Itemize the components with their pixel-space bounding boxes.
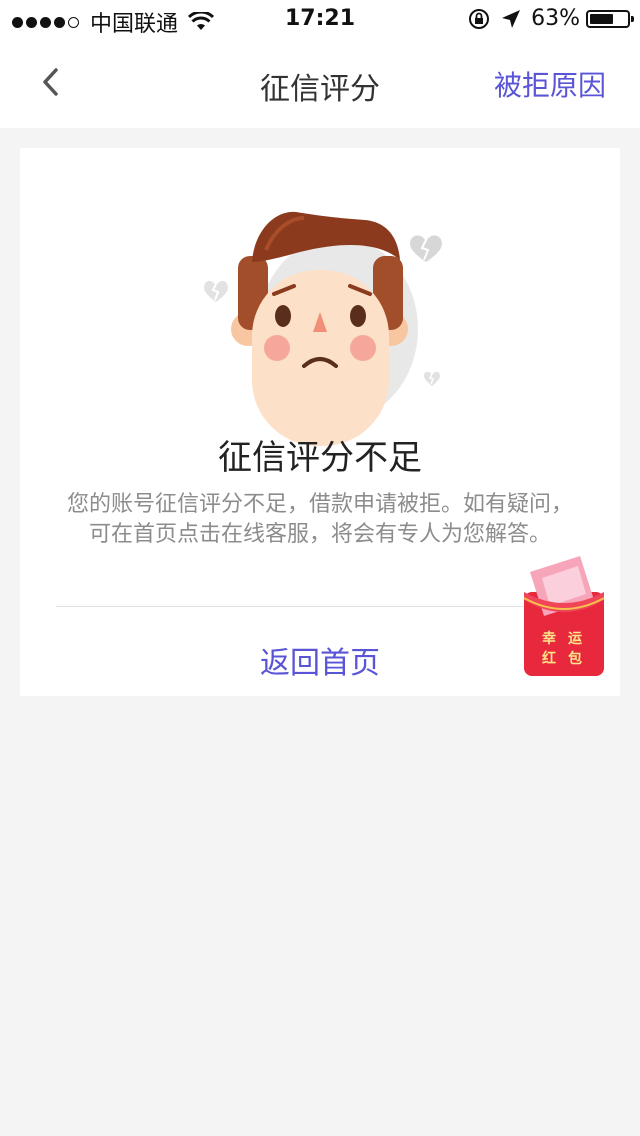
battery-icon — [586, 9, 634, 28]
red-packet-char: 包 — [568, 651, 582, 667]
broken-heart-icon — [204, 280, 228, 302]
red-packet-char: 运 — [568, 631, 582, 647]
rotation-lock-icon — [469, 8, 490, 29]
red-packet-char: 幸 — [542, 631, 556, 647]
nav-bar: 征信评分 被拒原因 — [0, 40, 640, 128]
result-title: 征信评分不足 — [218, 438, 422, 478]
broken-heart-icon — [410, 235, 442, 262]
status-right: 63% — [467, 6, 634, 31]
red-packet-char: 红 — [542, 651, 556, 667]
result-description: 您的账号征信评分不足，借款申请被拒。如有疑问，可在首页点击在线客服，将会有专人为… — [66, 492, 573, 547]
status-bar: 中国联通 17:21 63% — [0, 0, 640, 40]
lucky-red-packet-button[interactable]: 幸 运 红 包 — [520, 552, 608, 680]
broken-heart-icon — [424, 371, 440, 386]
divider — [56, 606, 584, 607]
red-packet-icon — [523, 556, 605, 676]
sad-face-illustration — [204, 211, 442, 446]
battery-percent: 63% — [531, 6, 580, 31]
location-arrow-icon — [502, 9, 521, 28]
rejection-reason-link[interactable]: 被拒原因 — [494, 64, 606, 104]
